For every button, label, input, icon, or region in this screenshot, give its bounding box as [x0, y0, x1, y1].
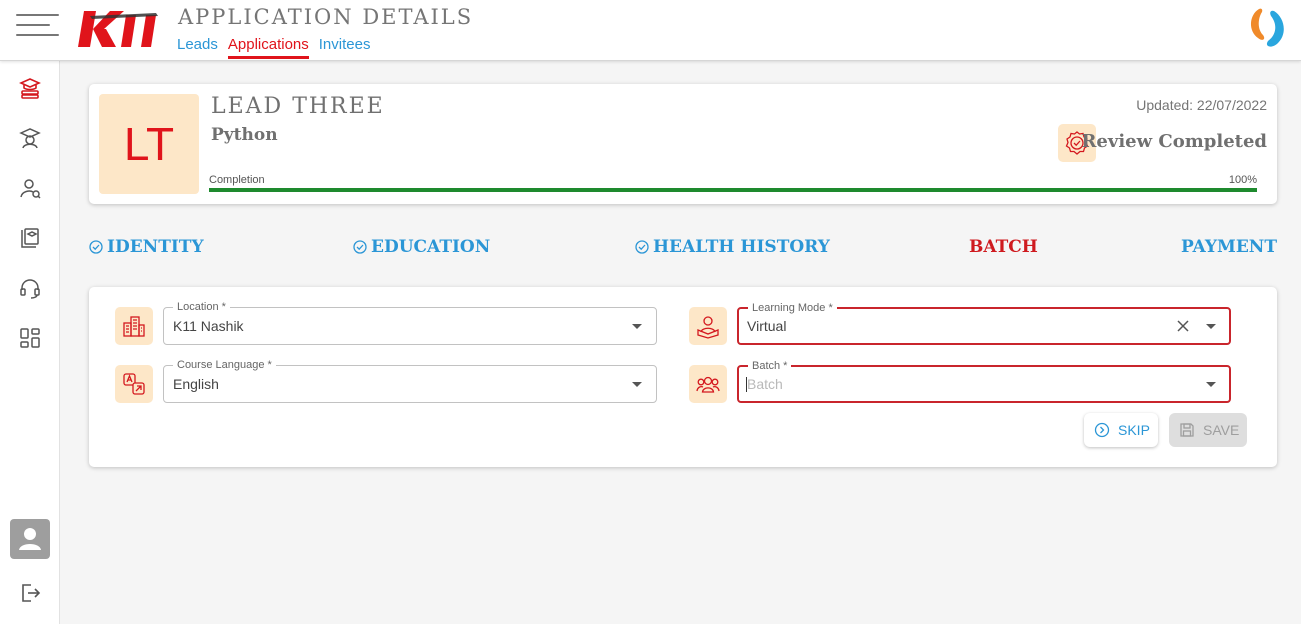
- headset-icon[interactable]: [18, 276, 42, 300]
- learning-mode-label: Learning Mode *: [748, 301, 837, 315]
- reading-person-icon: [689, 307, 727, 345]
- skip-button[interactable]: SKIP: [1084, 413, 1158, 447]
- brand-logo-icon: [1250, 8, 1284, 47]
- save-button[interactable]: SAVE: [1169, 413, 1247, 447]
- completion-progress-bar: [209, 188, 1257, 192]
- city-buildings-icon: [115, 307, 153, 345]
- skip-label: SKIP: [1118, 422, 1150, 438]
- nav-applications-link[interactable]: Applications: [227, 36, 309, 59]
- save-disk-icon: [1180, 423, 1194, 437]
- step-payment[interactable]: PAYMENT: [1181, 237, 1277, 257]
- step-health-history[interactable]: HEALTH HISTORY: [635, 237, 830, 257]
- updated-date: Updated: 22/07/2022: [1136, 97, 1267, 113]
- completion-progress-fill: [209, 188, 1257, 192]
- batch-placeholder: Batch: [747, 376, 783, 392]
- application-steps: IDENTITY EDUCATION HEALTH HISTORY BATCH …: [89, 237, 1277, 261]
- sidebar: [0, 61, 60, 624]
- lead-summary-card: LT LEAD THREE Python Updated: 22/07/2022…: [89, 84, 1277, 204]
- lead-initials-avatar: LT: [99, 94, 199, 194]
- location-value: K11 Nashik: [173, 318, 244, 334]
- books-icon[interactable]: [18, 226, 42, 250]
- step-identity[interactable]: IDENTITY: [89, 237, 204, 257]
- check-circle-icon: [353, 240, 367, 254]
- user-avatar-button[interactable]: [10, 519, 50, 559]
- learning-mode-value: Virtual: [747, 318, 787, 334]
- step-label: BATCH: [969, 237, 1038, 257]
- user-avatar-icon: [19, 528, 41, 550]
- header-nav: Leads Applications Invitees: [177, 36, 370, 59]
- chevron-down-icon[interactable]: [1206, 324, 1216, 329]
- course-language-label: Course Language *: [173, 358, 276, 372]
- logout-icon[interactable]: [19, 582, 41, 604]
- check-circle-icon: [89, 240, 103, 254]
- review-status: Review Completed: [1081, 131, 1267, 152]
- skip-forward-icon: [1094, 422, 1110, 438]
- top-bar: APPLICATION DETAILS Leads Applications I…: [0, 0, 1301, 61]
- chevron-down-icon[interactable]: [632, 324, 642, 329]
- step-label: EDUCATION: [371, 237, 491, 257]
- nav-leads-link[interactable]: Leads: [177, 36, 218, 59]
- chevron-down-icon[interactable]: [1206, 382, 1216, 387]
- step-label: HEALTH HISTORY: [653, 237, 830, 257]
- translate-icon: [115, 365, 153, 403]
- course-language-value: English: [173, 376, 219, 392]
- group-users-icon: [689, 365, 727, 403]
- clear-icon[interactable]: [1176, 319, 1190, 333]
- k11-logo[interactable]: [76, 9, 166, 49]
- graduation-books-icon[interactable]: [18, 76, 42, 100]
- batch-label: Batch *: [748, 359, 792, 373]
- chevron-down-icon[interactable]: [632, 382, 642, 387]
- step-batch[interactable]: BATCH: [969, 237, 1038, 257]
- location-select[interactable]: Location * K11 Nashik: [163, 300, 657, 345]
- lead-name: LEAD THREE: [211, 94, 385, 119]
- step-label: PAYMENT: [1181, 237, 1277, 257]
- step-education[interactable]: EDUCATION: [353, 237, 490, 257]
- hamburger-menu-icon[interactable]: [16, 14, 59, 38]
- dashboard-grid-icon[interactable]: [18, 326, 42, 350]
- batch-select[interactable]: Batch * Batch: [737, 359, 1231, 403]
- course-language-select[interactable]: Course Language * English: [163, 358, 657, 403]
- batch-form-card: Location * K11 Nashik Learning Mode * Vi…: [89, 287, 1277, 467]
- check-circle-icon: [635, 240, 649, 254]
- student-icon[interactable]: [18, 126, 42, 150]
- lead-course: Python: [211, 125, 278, 145]
- user-search-icon[interactable]: [18, 176, 42, 200]
- save-label: SAVE: [1203, 422, 1240, 438]
- step-label: IDENTITY: [107, 237, 204, 257]
- page-title: APPLICATION DETAILS: [178, 5, 474, 29]
- learning-mode-select[interactable]: Learning Mode * Virtual: [737, 301, 1231, 345]
- completion-label: Completion: [209, 174, 265, 186]
- completion-percent: 100%: [1228, 174, 1257, 186]
- location-label: Location *: [173, 300, 230, 314]
- nav-invitees-link[interactable]: Invitees: [319, 36, 371, 59]
